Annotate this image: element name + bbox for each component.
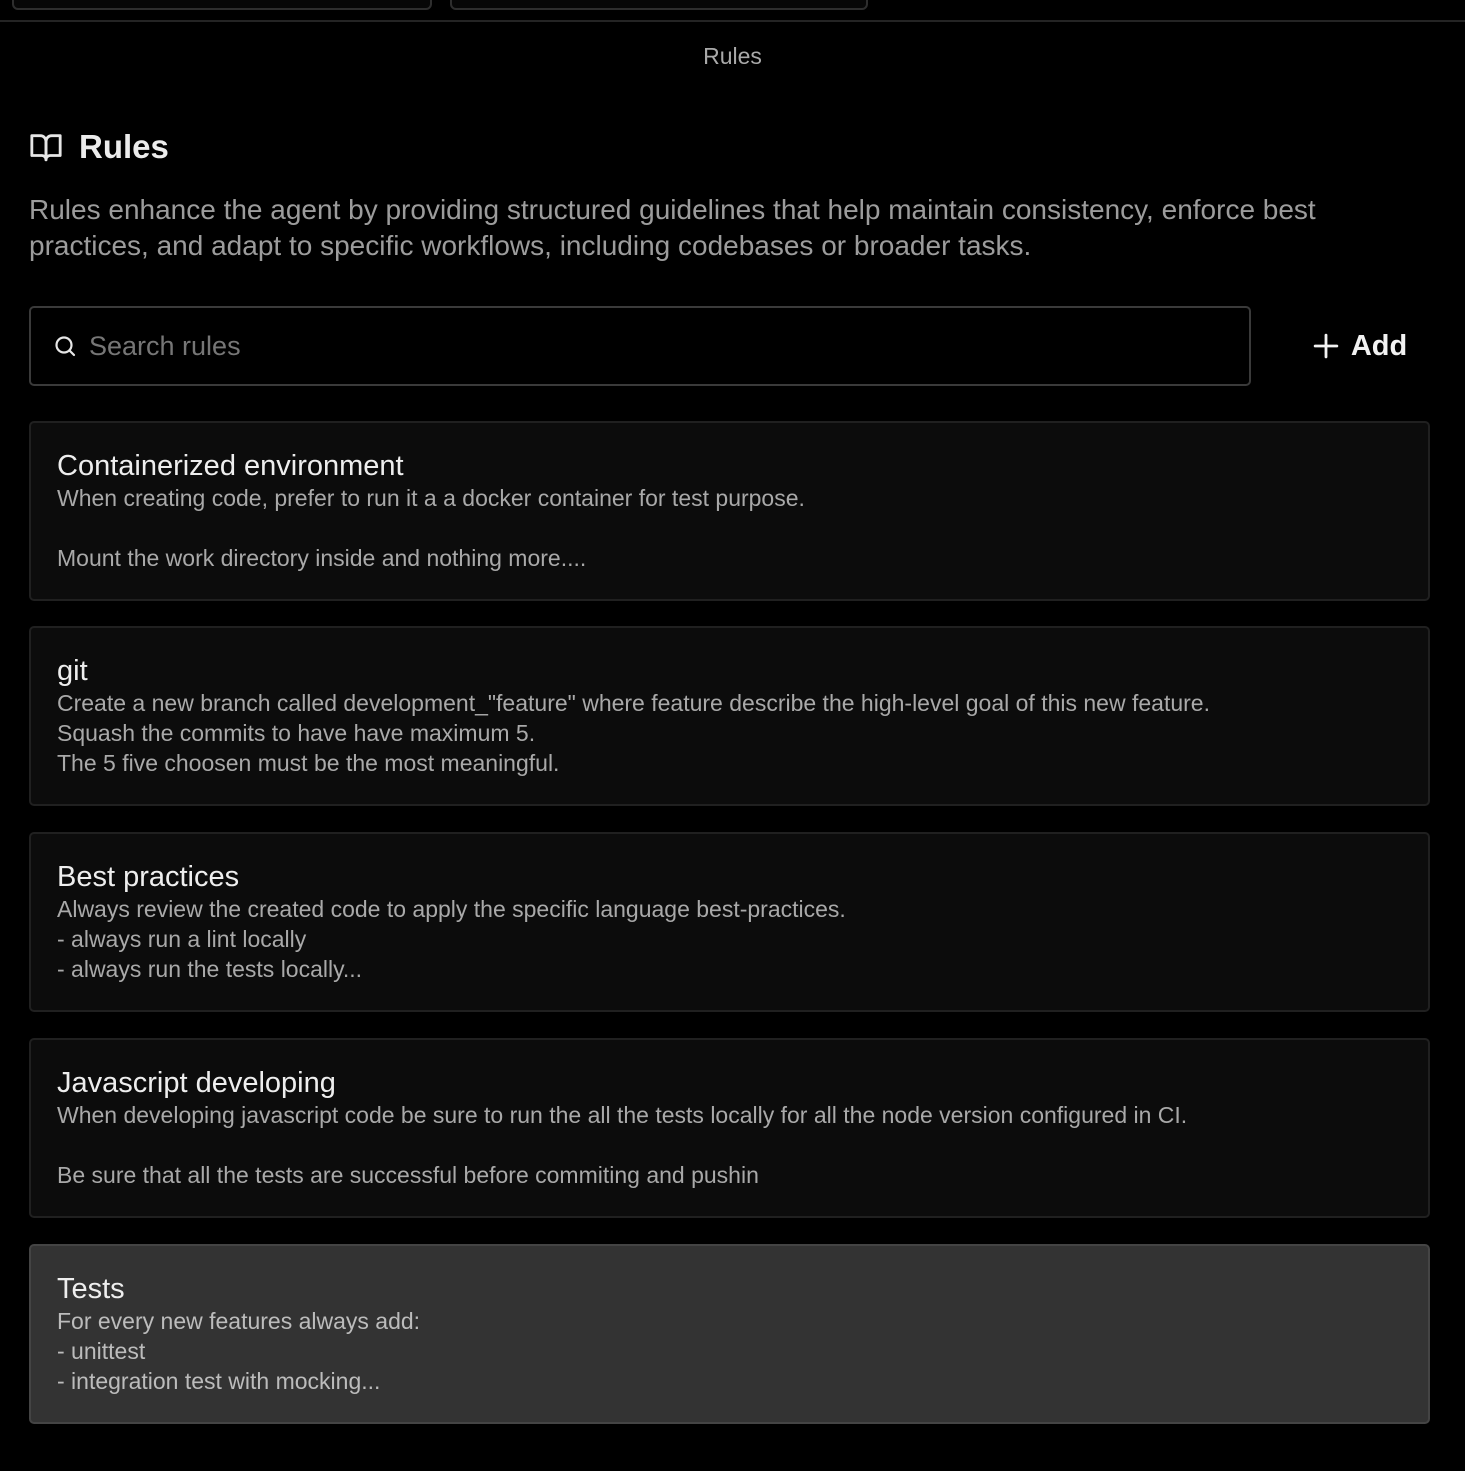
rule-title: git <box>57 655 88 687</box>
search-icon <box>53 334 77 358</box>
page-description: Rules enhance the agent by providing str… <box>29 194 1316 261</box>
rule-title: Containerized environment <box>57 450 404 482</box>
tab-stub-left[interactable] <box>12 0 432 10</box>
rule-card[interactable]: Javascript developing When developing ja… <box>29 1038 1430 1218</box>
add-button-label: Add <box>1350 329 1408 362</box>
top-divider <box>0 20 1465 22</box>
rule-body: When creating code, prefer to run it a a… <box>57 485 805 571</box>
add-rule-button[interactable]: Add <box>1300 318 1420 374</box>
rule-title: Javascript developing <box>57 1067 336 1099</box>
rule-title: Tests <box>57 1273 125 1305</box>
rule-body: Create a new branch called development_"… <box>57 690 1210 776</box>
plus-icon <box>1313 333 1339 359</box>
search-box[interactable] <box>29 306 1251 386</box>
rule-card[interactable]: Best practices Always review the created… <box>29 832 1430 1012</box>
page-header: Rules <box>29 128 169 166</box>
page-title: Rules <box>79 128 169 165</box>
rule-card[interactable]: Containerized environment When creating … <box>29 421 1430 601</box>
rules-page: Rules Rules Rules enhance the agent by p… <box>0 0 1465 1471</box>
search-input[interactable] <box>89 330 1249 362</box>
tab-stub-right[interactable] <box>450 0 868 10</box>
rule-body: For every new features always add: - uni… <box>57 1308 421 1394</box>
view-title: Rules <box>703 43 762 69</box>
rule-card[interactable]: git Create a new branch called developme… <box>29 626 1430 806</box>
rule-title: Best practices <box>57 861 240 893</box>
rule-body: When developing javascript code be sure … <box>57 1102 1188 1188</box>
book-open-icon <box>29 130 63 164</box>
rule-card-selected[interactable]: Tests For every new features always add:… <box>29 1244 1430 1424</box>
rule-body: Always review the created code to apply … <box>57 896 846 982</box>
